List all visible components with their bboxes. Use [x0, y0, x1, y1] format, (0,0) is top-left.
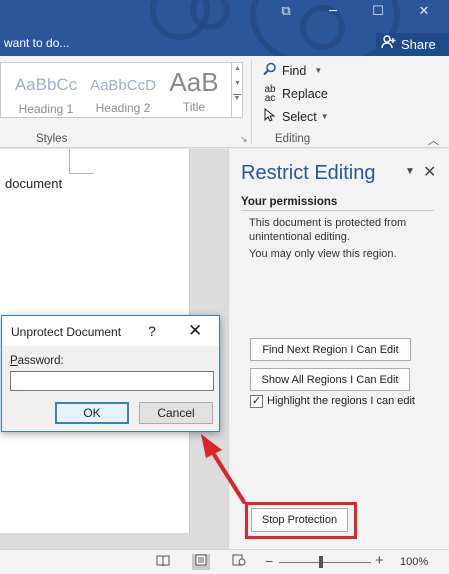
close-icon[interactable]: ✕ [414, 4, 434, 20]
editing-group-label: Editing [275, 133, 311, 145]
title-bar: ⧉ ─ ☐ ✕ want to do... Share [0, 0, 449, 56]
style-preview: AaBbCcD [90, 77, 156, 94]
highlight-regions-checkbox[interactable]: ✓ [250, 395, 263, 408]
style-heading-1[interactable]: AaBbCc Heading 1 [7, 63, 85, 117]
find-label: Find [282, 63, 307, 78]
pane-title: Restrict Editing [241, 162, 376, 184]
permissions-divider [241, 210, 434, 211]
more-styles-icon[interactable]: ▼ [233, 94, 241, 102]
share-button[interactable]: Share [376, 33, 449, 56]
protected-message: This document is protected from unintent… [249, 217, 407, 243]
cursor-icon [262, 107, 278, 125]
style-preview: AaBbCc [14, 75, 78, 94]
replace-label: Replace [282, 87, 328, 101]
dialog-title: Unprotect Document [11, 325, 122, 339]
read-mode-icon[interactable] [154, 554, 172, 570]
style-heading-2[interactable]: AaBbCcD Heading 2 [88, 63, 158, 117]
pane-options-icon[interactable]: ▼ [405, 166, 415, 177]
checkmark-icon: ✓ [251, 395, 262, 407]
group-divider [251, 60, 252, 144]
replace-button[interactable]: ab ac Replace [262, 84, 328, 104]
cancel-button[interactable]: Cancel [139, 402, 213, 424]
permissions-header: Your permissions [241, 196, 338, 208]
pane-close-icon[interactable]: ✕ [423, 162, 436, 182]
style-name: Title [182, 100, 206, 114]
stop-protection-highlight [245, 502, 357, 539]
show-all-regions-button[interactable]: Show All Regions I Can Edit [250, 368, 410, 391]
chevron-up-icon[interactable]: ▲ [232, 65, 243, 72]
collapse-ribbon-icon[interactable]: ︿ [428, 132, 439, 148]
find-next-region-button[interactable]: Find Next Region I Can Edit [250, 338, 411, 361]
chevron-down-icon: ▼ [320, 112, 329, 121]
minimize-icon[interactable]: ─ [323, 4, 343, 20]
status-bar: − + 100% [0, 549, 449, 574]
password-label-rest: assword: [17, 355, 64, 367]
password-field[interactable] [10, 371, 214, 391]
share-label: Share [401, 37, 436, 52]
maximize-icon[interactable]: ☐ [368, 4, 388, 20]
style-name: Heading 2 [95, 101, 151, 115]
highlight-regions-label: Highlight the regions I can edit [267, 395, 415, 407]
zoom-in-icon[interactable]: + [375, 552, 384, 569]
chevron-down-icon: ▼ [314, 66, 323, 75]
zoom-slider-thumb[interactable] [319, 556, 324, 568]
select-button[interactable]: Select ▼ [262, 107, 329, 125]
styles-group-label: Styles [36, 133, 68, 145]
person-add-icon [381, 33, 397, 56]
styles-gallery-scroll[interactable]: ▲ ▼ ▼ [231, 62, 243, 118]
password-label: Password: [10, 355, 64, 367]
help-icon[interactable]: ? [148, 323, 156, 339]
print-layout-icon[interactable] [192, 554, 210, 570]
close-icon[interactable]: ✕ [188, 321, 202, 341]
zoom-out-icon[interactable]: − [265, 553, 273, 569]
ok-button[interactable]: OK [55, 402, 129, 424]
style-preview: AaB [169, 67, 219, 97]
margin-marker [69, 149, 94, 174]
chevron-down-icon[interactable]: ▼ [232, 80, 243, 87]
document-text[interactable]: document [5, 176, 62, 191]
replace-icon: ab ac [264, 84, 276, 104]
style-title[interactable]: AaB Title [159, 63, 229, 117]
web-layout-icon[interactable] [230, 554, 248, 570]
dialog-body: Password: OK Cancel [2, 346, 219, 431]
search-icon [262, 62, 278, 79]
select-label: Select [282, 109, 317, 124]
dialog-launcher-icon[interactable]: ↘ [240, 134, 248, 145]
style-name: Heading 1 [18, 102, 74, 116]
find-button[interactable]: Find ▼ [262, 62, 322, 79]
zoom-slider[interactable] [279, 562, 371, 563]
tell-me-box[interactable]: want to do... [4, 36, 69, 50]
ribbon: AaBbCc Heading 1 AaBbCcD Heading 2 AaB T… [0, 56, 449, 148]
zoom-level[interactable]: 100% [400, 556, 428, 568]
styles-gallery: AaBbCc Heading 1 AaBbCcD Heading 2 AaB T… [0, 62, 243, 118]
ribbon-display-options-icon[interactable]: ⧉ [276, 4, 296, 20]
unprotect-document-dialog: Unprotect Document ? ✕ Password: OK Canc… [1, 315, 220, 432]
view-only-message: You may only view this region. [249, 248, 397, 260]
